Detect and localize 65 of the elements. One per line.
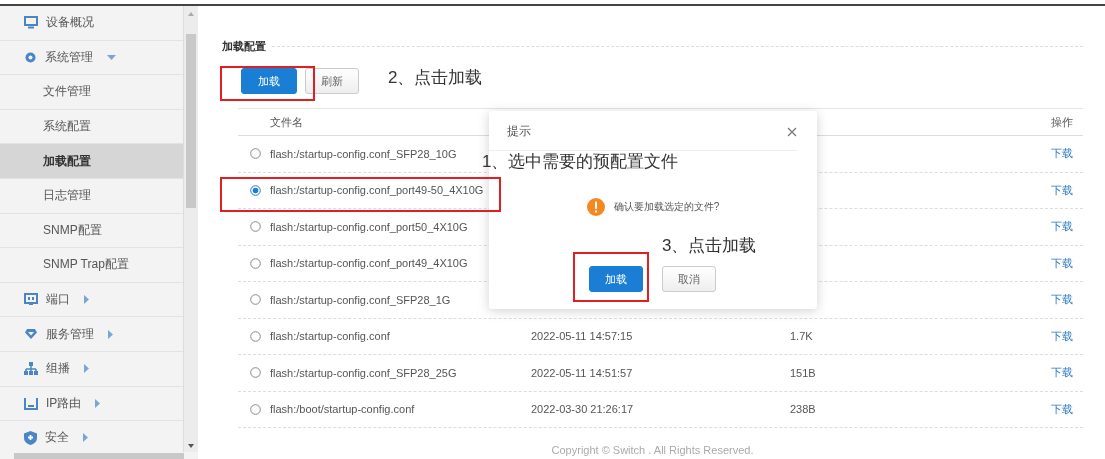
radio-button[interactable]: [250, 257, 261, 269]
download-link[interactable]: 下载: [1051, 220, 1073, 233]
radio-button[interactable]: [250, 330, 261, 342]
menu-item[interactable]: 组播: [0, 351, 183, 387]
refresh-button[interactable]: 刷新: [305, 68, 359, 94]
radio-button[interactable]: [250, 148, 261, 160]
file-name: flash:/startup-config.conf: [270, 330, 390, 343]
download-link[interactable]: 下载: [1051, 366, 1073, 379]
cancel-button[interactable]: 取消: [662, 266, 716, 292]
scroll-down-icon[interactable]: [188, 444, 194, 448]
file-size: 238B: [790, 403, 816, 416]
file-size: 1.7K: [790, 330, 813, 343]
file-name: flash:/startup-config.conf_SFP28_1G: [270, 293, 451, 306]
radio-button[interactable]: [250, 184, 261, 196]
scroll-up-icon[interactable]: [188, 12, 194, 16]
section-title: 加载配置: [222, 39, 266, 54]
load-button[interactable]: 加载: [589, 266, 643, 292]
modified-time: 2022-05-11 14:57:15: [531, 330, 633, 343]
monitor-icon: [24, 16, 38, 30]
menu-item[interactable]: 日志管理: [0, 178, 183, 214]
network-icon: [24, 362, 38, 376]
menu-item[interactable]: SNMP Trap配置: [0, 248, 183, 283]
file-name: flash:/boot/startup-config.conf: [270, 403, 415, 416]
radio-button[interactable]: [250, 367, 261, 379]
radio-button[interactable]: [250, 294, 261, 306]
radio-button[interactable]: [250, 221, 261, 233]
annotation-text: 3、点击加载: [662, 235, 757, 257]
modified-time: 2022-05-11 14:51:57: [531, 366, 633, 379]
radio-button[interactable]: [250, 403, 261, 415]
download-link[interactable]: 下载: [1051, 329, 1073, 342]
dialog-title: 提示: [507, 123, 531, 140]
menu-item[interactable]: 设备概况: [0, 6, 183, 41]
close-icon[interactable]: [787, 126, 797, 137]
menu-item[interactable]: 端口: [0, 282, 183, 318]
file-name: flash:/startup-config.conf_port49_4X10G: [270, 257, 468, 270]
download-link[interactable]: 下载: [1051, 402, 1073, 415]
menu-item[interactable]: 文件管理: [0, 75, 183, 110]
annotation-text: 1、选中需要的预配置文件: [482, 151, 679, 173]
load-button[interactable]: 加载: [241, 68, 297, 94]
copyright-text: Copyright © Switch . All Rights Reserved.: [551, 444, 754, 456]
download-link[interactable]: 下载: [1051, 183, 1073, 196]
scrollbar-thumb[interactable]: [14, 453, 184, 459]
warning-icon: [586, 198, 605, 216]
column-header: 操作: [1051, 115, 1073, 128]
menu-item[interactable]: 系统管理: [0, 40, 183, 76]
column-header: 文件名: [270, 114, 303, 130]
download-link[interactable]: 下载: [1051, 256, 1073, 269]
menu-item[interactable]: SNMP配置: [0, 213, 183, 249]
port-icon: [24, 293, 38, 307]
download-link[interactable]: 下载: [1051, 293, 1073, 306]
download-link[interactable]: 下载: [1051, 147, 1073, 160]
file-name: flash:/startup-config.conf_SFP28_25G: [270, 366, 457, 379]
menu-item[interactable]: 加载配置: [0, 144, 183, 179]
confirm-message: 确认要加载选定的文件?: [613, 200, 720, 214]
modified-time: 2022-03-30 21:26:17: [531, 403, 634, 416]
gear-icon: [24, 50, 37, 64]
file-name: flash:/startup-config.conf_SFP28_10G: [270, 147, 457, 160]
file-name: flash:/startup-config.conf_port49-50_4X10G: [270, 184, 484, 197]
scrollbar-thumb[interactable]: [186, 34, 196, 208]
shield-icon: [24, 430, 37, 445]
annotation-text: 2、点击加载: [388, 67, 483, 89]
menu-item[interactable]: IP路由: [0, 386, 183, 422]
menu-item[interactable]: 服务管理: [0, 317, 183, 352]
file-size: 151B: [790, 366, 816, 379]
file-name: flash:/startup-config.conf_port50_4X10G: [270, 220, 468, 233]
